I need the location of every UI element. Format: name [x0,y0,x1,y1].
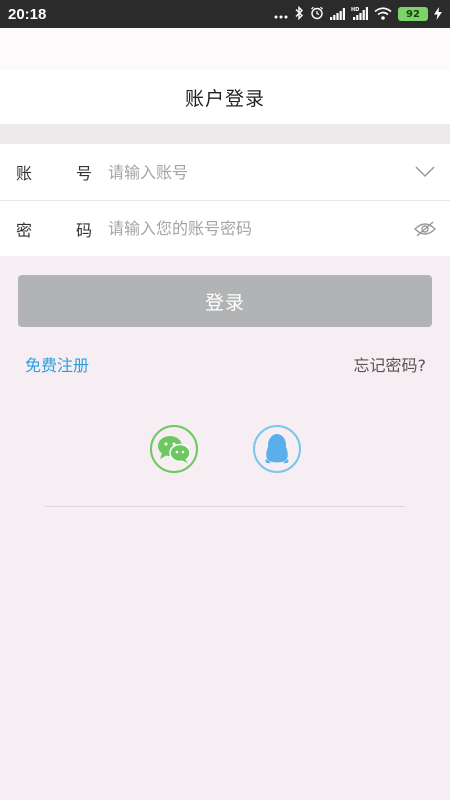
account-row: 账 号 [0,144,450,200]
account-input[interactable] [108,162,400,182]
password-input[interactable] [108,219,400,238]
dots-icon [274,5,288,24]
register-link[interactable]: 免费注册 [25,352,89,376]
divider [45,506,405,507]
charging-icon [434,5,442,24]
password-row: 密 码 [0,200,450,256]
account-dropdown-button[interactable] [400,144,450,200]
svg-text:HD: HD [351,7,359,13]
eye-hidden-icon [414,220,436,237]
password-label: 密 码 [16,220,92,240]
login-form: 账 号 密 码 [0,144,450,256]
alarm-icon [310,5,324,24]
qq-login-button[interactable] [253,425,301,473]
header-separator [0,124,450,144]
battery-icon: 92 [398,7,428,21]
hd-signal-icon: HD [351,5,368,24]
bluetooth-icon [294,5,304,24]
login-button[interactable]: 登录 [18,275,432,327]
status-time: 20:18 [8,5,47,23]
wechat-login-button[interactable] [150,425,198,473]
page-title: 账户登录 [184,87,265,110]
status-bar: 20:18 HD 92 [0,0,450,28]
chevron-down-icon [415,166,435,178]
status-icons: HD 92 [274,5,442,24]
forgot-password-link[interactable]: 忘记密码? [354,352,427,376]
social-login [0,425,450,475]
qq-icon [265,434,289,464]
wifi-icon [374,5,392,24]
top-blank-area [0,28,450,70]
password-visibility-toggle[interactable] [400,201,450,257]
header: 账户登录 [0,70,450,124]
wechat-icon [158,436,191,463]
signal-icon [330,5,345,24]
account-label: 账 号 [16,164,92,183]
